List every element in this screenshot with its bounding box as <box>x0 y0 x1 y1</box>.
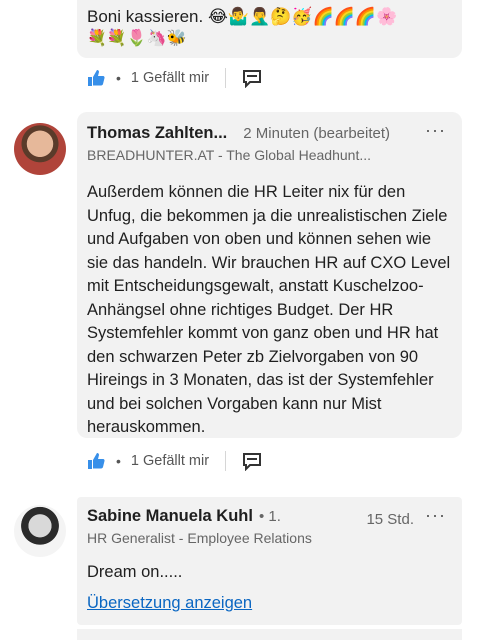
comment-time: 2 Minuten (bearbeitet) <box>243 125 391 142</box>
more-options-icon[interactable]: ··· <box>425 120 446 141</box>
author-headline: HR Generalist - Employee Relations <box>87 530 312 546</box>
comment-text: Außerdem können die HR Leiter nix für de… <box>87 183 451 436</box>
translate-link[interactable]: Übersetzung anzeigen <box>87 594 252 613</box>
previous-comment-bubble: Boni kassieren. 😂🤷‍♂️🤦‍♂️🤔🥳🌈🌈🌈🌸 💐💐🌷🦄🐝 <box>77 0 462 58</box>
comment-author[interactable]: Sabine Manuela Kuhl <box>87 507 253 526</box>
next-content-edge <box>77 629 462 640</box>
divider <box>225 451 227 471</box>
previous-comment-text: Boni kassieren. 😂🤷‍♂️🤦‍♂️🤔🥳🌈🌈🌈🌸 <box>87 7 398 26</box>
reply-icon[interactable] <box>242 68 262 89</box>
comment-bubble: Thomas Zahlten... 2 Minuten (bearbeitet)… <box>77 112 462 438</box>
comment-actions: • 1 Gefällt mir <box>86 66 262 90</box>
connection-degree: • 1. <box>258 508 281 525</box>
comment-actions: • 1 Gefällt mir <box>86 449 262 473</box>
comment-bubble: Sabine Manuela Kuhl • 1. 15 Std. ··· HR … <box>77 497 462 625</box>
comment-text: Dream on..... <box>87 563 183 581</box>
like-icon[interactable] <box>86 68 106 88</box>
separator-dot: • <box>116 70 121 86</box>
comment-time: 15 Std. <box>366 511 414 528</box>
more-options-icon[interactable]: ··· <box>425 505 446 526</box>
reply-icon[interactable] <box>242 451 262 472</box>
likes-count[interactable]: 1 Gefällt mir <box>131 70 209 86</box>
like-icon[interactable] <box>86 451 106 471</box>
avatar[interactable] <box>14 505 66 557</box>
likes-count[interactable]: 1 Gefällt mir <box>131 453 209 469</box>
separator-dot: • <box>116 453 121 469</box>
comment-author[interactable]: Thomas Zahlten... <box>87 124 227 143</box>
previous-comment-emoji: 💐💐🌷🦄🐝 <box>87 30 187 47</box>
author-headline: BREADHUNTER.AT - The Global Headhunt... <box>87 147 371 163</box>
divider <box>225 68 227 88</box>
avatar[interactable] <box>14 123 66 175</box>
